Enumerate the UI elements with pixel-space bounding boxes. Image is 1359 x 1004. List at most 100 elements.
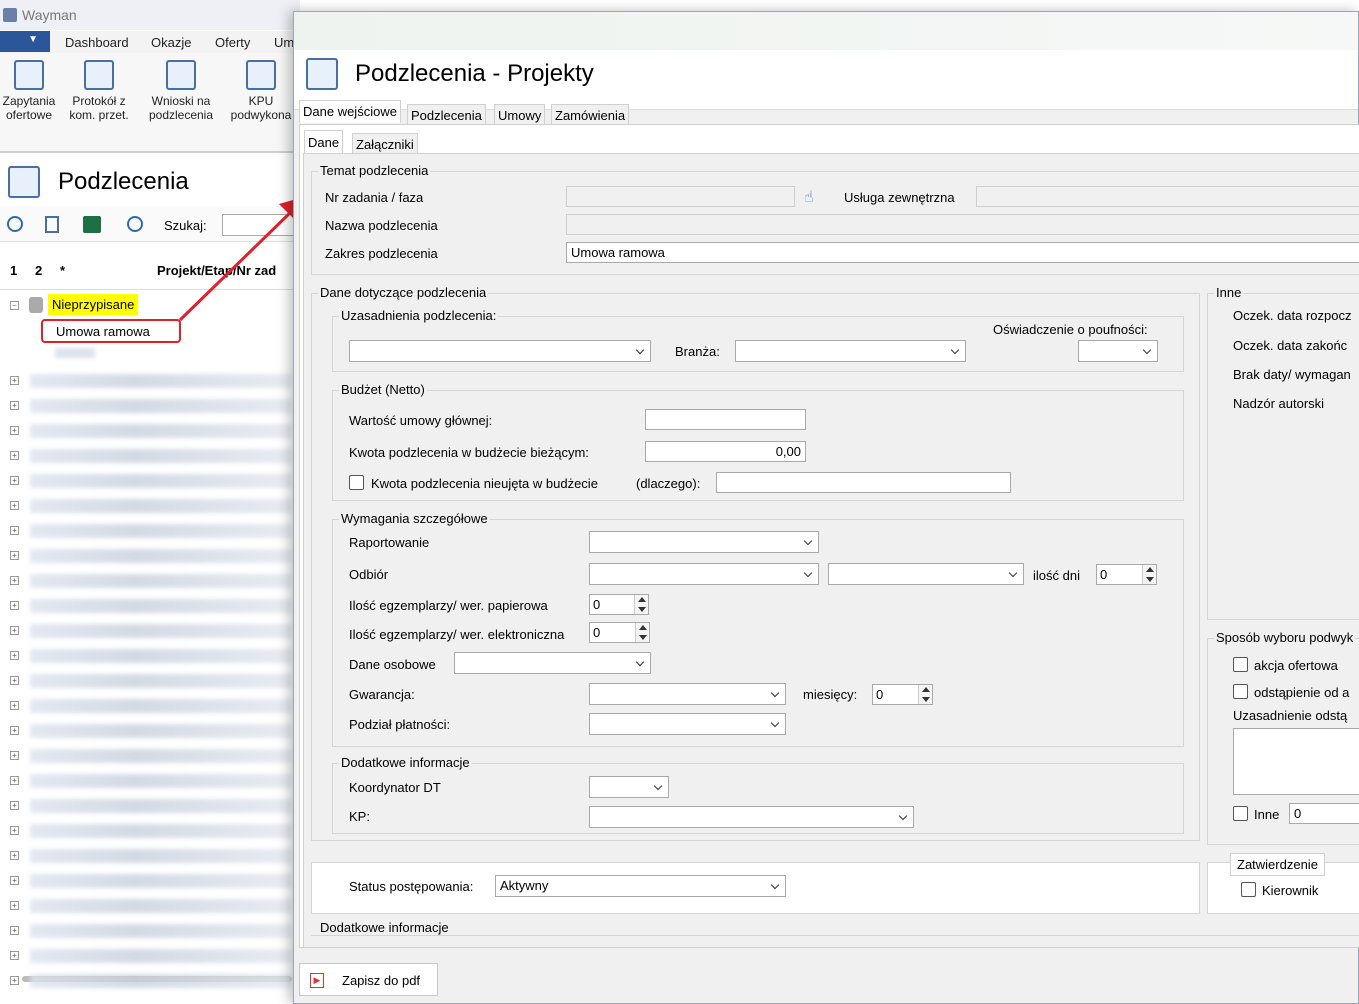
tree-expand-icon[interactable]: +	[10, 876, 19, 885]
tab-zamowienia[interactable]: Zamówienia	[551, 104, 630, 124]
subtab-zalaczniki[interactable]: Załączniki	[352, 133, 418, 153]
nieujeta-checkbox[interactable]	[349, 475, 364, 490]
table-row[interactable]	[30, 874, 292, 888]
nr-zadania-field[interactable]	[566, 186, 795, 207]
odbior-select-2[interactable]	[828, 563, 1024, 585]
table-row[interactable]	[30, 799, 292, 813]
inne-checkbox[interactable]	[1233, 806, 1248, 821]
table-row[interactable]	[30, 724, 292, 738]
tree-expand-icon[interactable]: +	[10, 476, 19, 485]
raportowanie-select[interactable]	[589, 531, 819, 553]
table-row[interactable]	[30, 649, 292, 663]
kierownik-checkbox[interactable]	[1241, 882, 1256, 897]
tree-expand-icon[interactable]: +	[10, 576, 19, 585]
status-select[interactable]: Aktywny	[495, 875, 786, 897]
tree-expand-icon[interactable]: +	[10, 676, 19, 685]
tree-expand-icon[interactable]: +	[10, 951, 19, 960]
spinner-arrows-icon[interactable]	[1142, 565, 1156, 584]
tree-expand-icon[interactable]: +	[10, 551, 19, 560]
tree-expand-icon[interactable]: +	[10, 801, 19, 810]
koordynator-select[interactable]	[589, 776, 669, 798]
tree-expand-icon[interactable]: +	[10, 451, 19, 460]
tree-expand-icon[interactable]: +	[10, 901, 19, 910]
table-row[interactable]	[30, 824, 292, 838]
tree-expand-icon[interactable]: +	[10, 926, 19, 935]
tab-podzlecenia[interactable]: Podzlecenia	[407, 104, 486, 124]
ilosc-dni-spinner[interactable]: 0	[1096, 564, 1157, 585]
table-row[interactable]	[30, 449, 292, 463]
table-row[interactable]	[30, 599, 292, 613]
tree-expand-icon[interactable]: +	[10, 751, 19, 760]
gwarancja-select[interactable]	[589, 683, 786, 705]
table-row[interactable]	[30, 974, 292, 988]
dlaczego-field[interactable]	[716, 472, 1011, 493]
odbior-select[interactable]	[589, 563, 819, 585]
hand-pointer-icon[interactable]: ☝	[804, 187, 814, 207]
table-row[interactable]	[30, 474, 292, 488]
tree-expand-icon[interactable]: +	[10, 776, 19, 785]
usluga-field[interactable]	[976, 186, 1359, 207]
col-star[interactable]: *	[60, 263, 65, 278]
odstapienie-checkbox[interactable]	[1233, 684, 1248, 699]
tree-expand-icon[interactable]: +	[10, 726, 19, 735]
menu-oferty[interactable]: Oferty	[215, 35, 250, 50]
tree-expand-icon[interactable]: +	[10, 701, 19, 710]
table-row[interactable]	[30, 774, 292, 788]
table-row[interactable]	[30, 499, 292, 513]
ribbon-wnioski-button[interactable]: Wnioski na podzlecenia	[145, 60, 217, 122]
kwota-field[interactable]: 0,00	[645, 441, 806, 462]
menu-okazje[interactable]: Okazje	[151, 35, 191, 50]
elektroniczna-spinner[interactable]: 0	[589, 622, 650, 643]
tree-expand-icon[interactable]: +	[10, 376, 19, 385]
tree-expand-icon[interactable]: +	[10, 626, 19, 635]
zapisz-pdf-button[interactable]: ▶ Zapisz do pdf	[299, 963, 438, 996]
inne-field[interactable]: 0	[1289, 803, 1359, 824]
tree-expand-icon[interactable]: +	[10, 401, 19, 410]
menu-um[interactable]: Um	[274, 35, 294, 50]
tree-expand-icon[interactable]: +	[10, 601, 19, 610]
tree-collapse-icon[interactable]: −	[10, 301, 19, 310]
tree-expand-icon[interactable]: +	[10, 851, 19, 860]
table-row[interactable]	[30, 399, 292, 413]
tree-expand-icon[interactable]: +	[10, 501, 19, 510]
table-row[interactable]	[30, 524, 292, 538]
tree-expand-icon[interactable]: +	[10, 426, 19, 435]
branza-select[interactable]	[735, 340, 966, 362]
group-nieprzypisane[interactable]: Nieprzypisane	[48, 294, 139, 315]
refresh-icon[interactable]	[127, 216, 143, 232]
table-row[interactable]	[30, 424, 292, 438]
tab-dane-wejsciowe[interactable]: Dane wejściowe	[299, 100, 401, 123]
nazwa-field[interactable]	[566, 214, 1359, 235]
uzasadnienie-odst-field[interactable]	[1233, 728, 1359, 795]
spinner-arrows-icon[interactable]	[918, 685, 932, 704]
excel-icon[interactable]	[83, 216, 101, 233]
app-menu-button[interactable]: ▼	[0, 31, 50, 52]
spinner-arrows-icon[interactable]	[634, 595, 648, 614]
table-row[interactable]	[30, 849, 292, 863]
kp-select[interactable]	[589, 806, 914, 828]
table-row[interactable]	[30, 899, 292, 913]
spinner-arrows-icon[interactable]	[635, 623, 649, 642]
table-row[interactable]	[30, 924, 292, 938]
table-row[interactable]	[30, 699, 292, 713]
tree-expand-icon[interactable]: +	[10, 976, 19, 985]
ribbon-zapytania-button[interactable]: Zapytania ofertowe	[0, 60, 64, 122]
akcja-checkbox[interactable]	[1233, 657, 1248, 672]
tree-expand-icon[interactable]: +	[10, 651, 19, 660]
papierowa-spinner[interactable]: 0	[589, 594, 649, 615]
report-icon[interactable]	[45, 216, 59, 233]
tree-item-umowa-ramowa[interactable]: Umowa ramowa	[41, 319, 181, 343]
wartosc-field[interactable]	[645, 409, 806, 430]
col-2[interactable]: 2	[35, 263, 42, 278]
ribbon-kpu-button[interactable]: KPU podwykona	[226, 60, 296, 122]
podzial-select[interactable]	[589, 713, 786, 735]
table-row[interactable]	[30, 674, 292, 688]
tree-expand-icon[interactable]: +	[10, 526, 19, 535]
table-row[interactable]	[30, 624, 292, 638]
add-icon[interactable]	[7, 216, 23, 232]
zakres-field[interactable]: Umowa ramowa	[566, 242, 1359, 263]
oswiadczenie-select[interactable]	[1078, 340, 1158, 362]
table-row[interactable]	[30, 574, 292, 588]
dane-osobowe-select[interactable]	[454, 652, 651, 674]
col-1[interactable]: 1	[10, 263, 17, 278]
